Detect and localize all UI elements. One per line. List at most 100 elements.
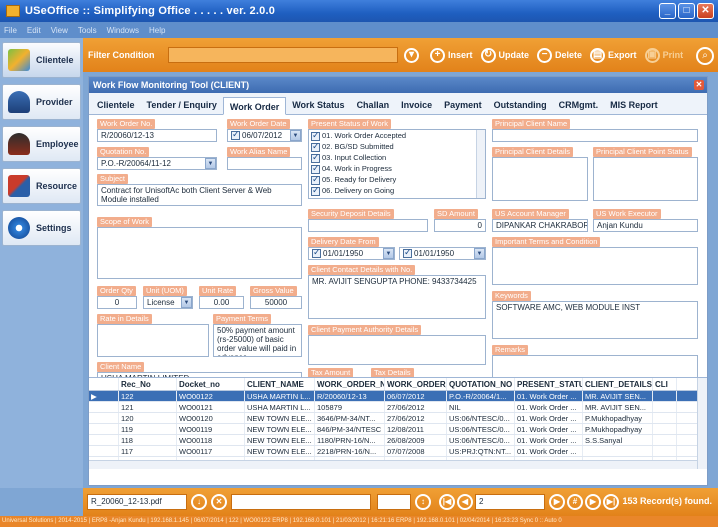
table-cell[interactable]: WO00119 bbox=[177, 424, 245, 434]
tab-challan[interactable]: Challan bbox=[351, 96, 396, 114]
principal-client-field[interactable] bbox=[492, 129, 698, 142]
table-cell[interactable]: 27/06/2012 bbox=[385, 413, 447, 423]
close-button[interactable]: ✕ bbox=[697, 3, 714, 19]
clear-icon[interactable]: ✕ bbox=[211, 494, 227, 510]
date-picker-icon[interactable]: ▼ bbox=[474, 248, 485, 259]
attachment-field[interactable]: R_20060_12-13.pdf bbox=[87, 494, 187, 510]
us-account-manager-field[interactable]: DIPANKAR CHAKRABORT bbox=[492, 219, 588, 232]
table-cell[interactable]: MR. AVIJIT SEN... bbox=[583, 402, 653, 412]
keywords-field[interactable]: SOFTWARE AMC, WEB MODULE INST bbox=[492, 301, 698, 339]
go-icon[interactable]: ▶ bbox=[549, 494, 565, 510]
security-deposit-field[interactable] bbox=[308, 219, 428, 232]
table-cell[interactable]: WO00120 bbox=[177, 413, 245, 423]
column-header[interactable]: CLIENT_NAME bbox=[245, 378, 315, 390]
unit-rate-field[interactable]: 0.00 bbox=[199, 296, 244, 309]
table-cell[interactable]: US:06/NTESC/0... bbox=[447, 413, 515, 423]
menu-view[interactable]: View bbox=[51, 26, 68, 35]
table-cell[interactable]: 122 bbox=[119, 391, 177, 401]
rate-details-field[interactable] bbox=[97, 324, 209, 357]
column-header[interactable]: CLIENT_DETAILS bbox=[583, 378, 653, 390]
records-grid[interactable]: Rec_No Docket_no CLIENT_NAME WORK_ORDER_… bbox=[89, 377, 707, 469]
column-header[interactable]: CLI bbox=[653, 378, 677, 390]
tab-crmgmt[interactable]: CRMgmt. bbox=[553, 96, 605, 114]
column-header[interactable]: QUOTATION_NO bbox=[447, 378, 515, 390]
tab-invoice[interactable]: Invoice bbox=[395, 96, 438, 114]
table-cell[interactable]: 2218/PRN-16/N... bbox=[315, 446, 385, 456]
table-row[interactable]: 121 WO00121 USHA MARTIN L... 105879 27/06/20… bbox=[89, 402, 707, 413]
upload-icon[interactable]: ↓ bbox=[191, 494, 207, 510]
table-row[interactable]: 119 WO00119 NEW TOWN ELE... 846/PM-34/NTESC… bbox=[89, 424, 707, 435]
table-cell[interactable]: 01. Work Order ... bbox=[515, 424, 583, 434]
principal-details-field[interactable] bbox=[492, 157, 588, 201]
table-cell[interactable]: 01. Work Order ... bbox=[515, 402, 583, 412]
sidebar-item-clientele[interactable]: Clientele bbox=[2, 42, 81, 78]
client-payment-field[interactable] bbox=[308, 335, 486, 365]
table-cell[interactable] bbox=[653, 413, 677, 423]
table-cell[interactable]: NEW TOWN ELE... bbox=[245, 424, 315, 434]
table-cell[interactable]: 01. Work Order ... bbox=[515, 435, 583, 445]
sort-icon[interactable]: ↕ bbox=[415, 494, 431, 510]
table-cell[interactable] bbox=[583, 446, 653, 456]
table-cell[interactable]: 26/08/2009 bbox=[385, 435, 447, 445]
table-cell[interactable]: P.Mukhopadhyay bbox=[583, 424, 653, 434]
column-header[interactable]: Docket_no bbox=[177, 378, 245, 390]
date-picker-icon[interactable]: ▼ bbox=[383, 248, 394, 259]
grid-vertical-scrollbar[interactable] bbox=[697, 378, 707, 469]
status-item[interactable]: 02. BG/SD Submitted bbox=[309, 141, 485, 152]
search-icon[interactable]: ⌕ bbox=[696, 47, 714, 65]
important-terms-field[interactable] bbox=[492, 247, 698, 285]
table-cell[interactable]: 119 bbox=[119, 424, 177, 434]
table-cell[interactable]: 27/06/2012 bbox=[385, 402, 447, 412]
table-cell[interactable]: R/20060/12-13 bbox=[315, 391, 385, 401]
table-cell[interactable]: USHA MARTIN L... bbox=[245, 402, 315, 412]
work-order-no-field[interactable]: R/20060/12-13 bbox=[97, 129, 217, 142]
table-cell[interactable]: P.O.-R/20064/1... bbox=[447, 391, 515, 401]
table-cell[interactable]: US:06/NTESC/0... bbox=[447, 435, 515, 445]
payment-terms-field[interactable]: 50% payment amount (rs-25000) of basic o… bbox=[213, 324, 302, 357]
prev-record-icon[interactable]: ◀ bbox=[457, 494, 473, 510]
table-cell[interactable]: NEW TOWN ELE... bbox=[245, 435, 315, 445]
table-cell[interactable]: 01. Work Order ... bbox=[515, 446, 583, 456]
tab-work-status[interactable]: Work Status bbox=[286, 96, 350, 114]
table-cell[interactable]: 06/07/2012 bbox=[385, 391, 447, 401]
table-cell[interactable] bbox=[653, 402, 677, 412]
present-status-list[interactable]: 01. Work Order Accepted 02. BG/SD Submit… bbox=[308, 129, 486, 199]
chevron-down-icon[interactable]: ▼ bbox=[181, 297, 192, 308]
table-cell[interactable]: MR. AVIJIT SEN... bbox=[583, 391, 653, 401]
delete-button[interactable]: − Delete bbox=[537, 47, 582, 63]
table-cell[interactable]: 01. Work Order ... bbox=[515, 391, 583, 401]
table-cell[interactable]: 07/07/2008 bbox=[385, 446, 447, 456]
sidebar-item-settings[interactable]: Settings bbox=[2, 210, 81, 246]
table-cell[interactable] bbox=[653, 435, 677, 445]
grid-icon[interactable]: # bbox=[567, 494, 583, 510]
table-cell[interactable]: NEW TOWN ELE... bbox=[245, 446, 315, 456]
sidebar-item-provider[interactable]: Provider bbox=[2, 84, 81, 120]
delivery-to-field[interactable]: 01/01/1950 bbox=[399, 247, 486, 260]
sd-amount-field[interactable]: 0 bbox=[434, 219, 486, 232]
client-contact-field[interactable]: MR. AVIJIT SENGUPTA PHONE: 9433734425 bbox=[308, 275, 486, 319]
panel-close-icon[interactable]: ✕ bbox=[694, 80, 704, 90]
attachment-path-field[interactable] bbox=[231, 494, 371, 510]
filter-input[interactable] bbox=[168, 47, 398, 63]
table-cell[interactable]: WO00117 bbox=[177, 446, 245, 456]
date-picker-icon[interactable]: ▼ bbox=[290, 130, 301, 141]
tab-clientele[interactable]: Clientele bbox=[91, 96, 141, 114]
table-cell[interactable]: WO00118 bbox=[177, 435, 245, 445]
column-header[interactable]: WORK_ORDER_C bbox=[385, 378, 447, 390]
status-item[interactable]: 03. Input Collection bbox=[309, 152, 485, 163]
table-cell[interactable]: WO00121 bbox=[177, 402, 245, 412]
table-cell[interactable] bbox=[653, 446, 677, 456]
menu-file[interactable]: File bbox=[4, 26, 17, 35]
table-cell[interactable]: S.S.Sanyal bbox=[583, 435, 653, 445]
tab-work-order[interactable]: Work Order bbox=[222, 97, 287, 115]
table-cell[interactable]: 3646/PM-34/NT... bbox=[315, 413, 385, 423]
first-record-icon[interactable]: |◀ bbox=[439, 494, 455, 510]
table-cell[interactable]: NIL bbox=[447, 402, 515, 412]
filter-dropdown-button[interactable]: ▾ bbox=[404, 47, 422, 63]
last-record-icon[interactable]: ▶| bbox=[603, 494, 619, 510]
table-cell[interactable]: US:06/NTESC/0... bbox=[447, 424, 515, 434]
delivery-from-field[interactable]: 01/01/1950 bbox=[308, 247, 395, 260]
tab-tender-enquiry[interactable]: Tender / Enquiry bbox=[141, 96, 223, 114]
blank-field[interactable] bbox=[377, 494, 411, 510]
table-cell[interactable]: 105879 bbox=[315, 402, 385, 412]
